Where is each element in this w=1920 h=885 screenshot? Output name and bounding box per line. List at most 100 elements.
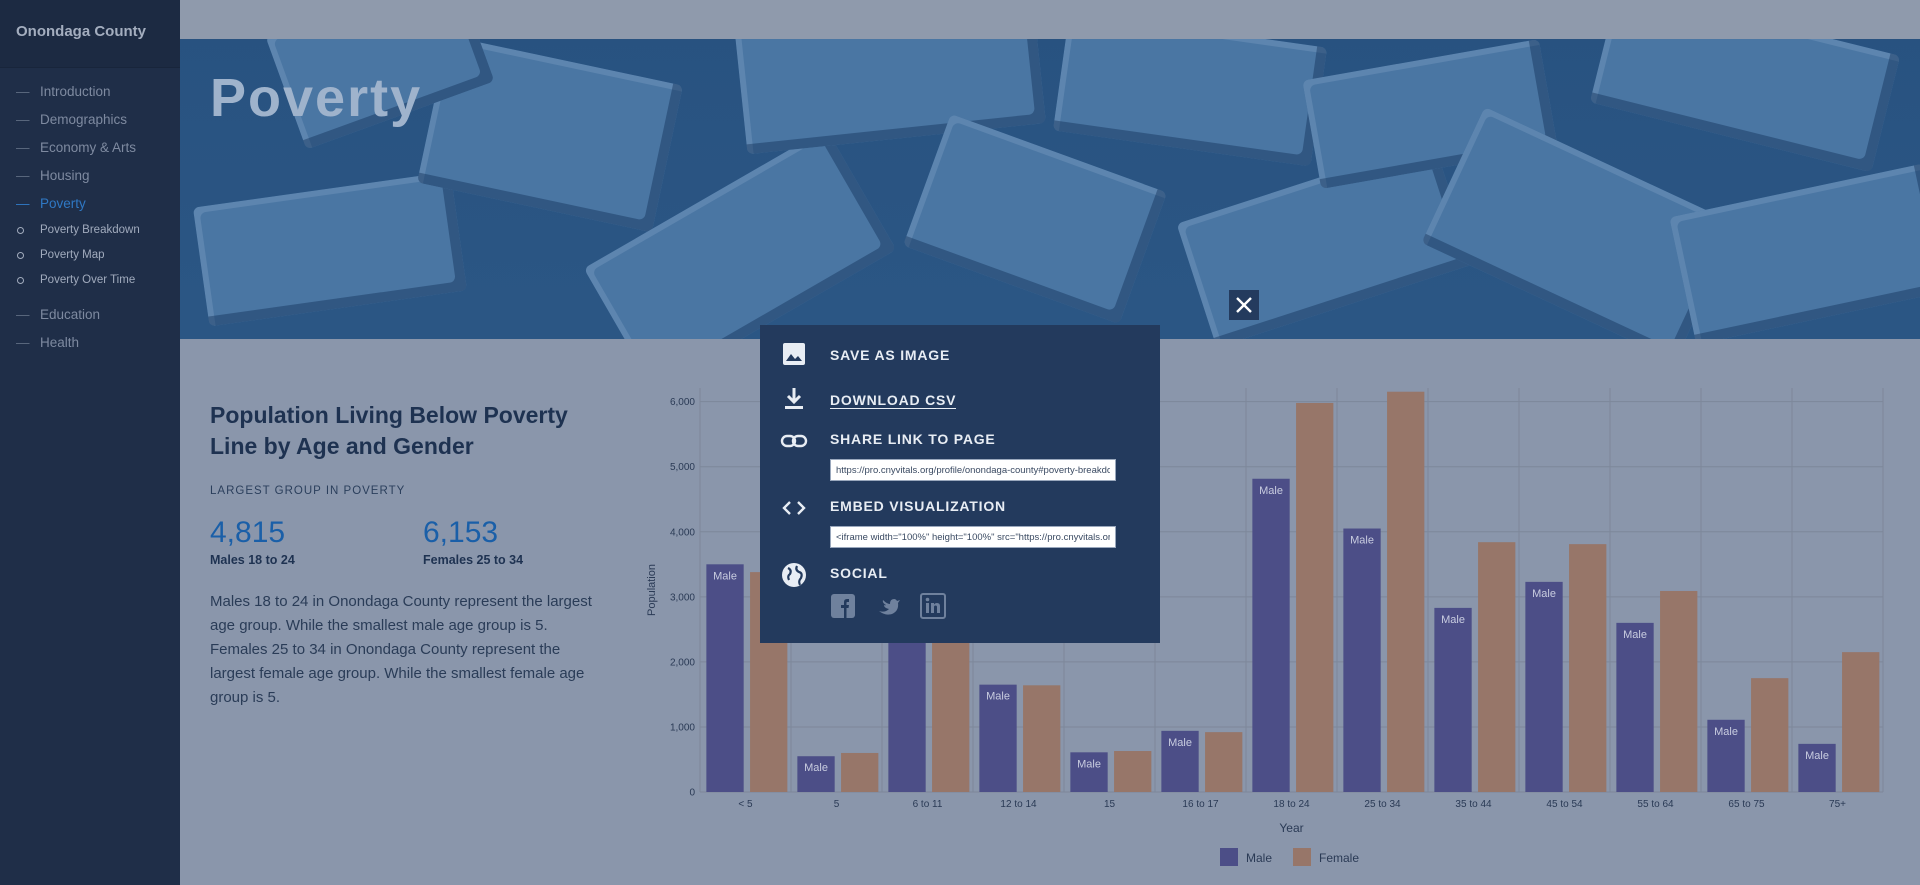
save-image-label[interactable]: SAVE AS IMAGE xyxy=(830,347,950,363)
dash-icon: — xyxy=(16,196,30,211)
dash-icon: — xyxy=(16,84,30,99)
circle-icon xyxy=(17,227,24,234)
sidebar-subitem-poverty-over-time[interactable]: Poverty Over Time xyxy=(0,268,180,293)
download-csv-label[interactable]: DOWNLOAD CSV xyxy=(830,392,957,409)
bar-female xyxy=(1114,751,1152,792)
bar-data-label: Male xyxy=(1623,629,1647,641)
sidebar-item-label: Economy & Arts xyxy=(40,140,137,155)
x-axis-title: Year xyxy=(1279,821,1303,835)
y-tick-label: 0 xyxy=(689,788,695,799)
dash-icon: — xyxy=(16,307,30,322)
stat-caption: Females 25 to 34 xyxy=(423,553,524,567)
circle-icon xyxy=(17,252,24,259)
bar-female xyxy=(1205,732,1243,792)
sidebar-item-housing[interactable]: — Housing xyxy=(0,162,180,190)
y-tick-label: 6,000 xyxy=(670,397,695,408)
dash-icon: — xyxy=(16,168,30,183)
bar-female xyxy=(1478,542,1516,792)
legend-swatch-female xyxy=(1293,848,1311,866)
x-tick-label: 35 to 44 xyxy=(1455,799,1492,810)
y-tick-label: 3,000 xyxy=(670,592,695,603)
bar-female xyxy=(1296,402,1334,792)
y-tick-label: 5,000 xyxy=(670,462,695,473)
x-tick-label: 16 to 17 xyxy=(1182,799,1219,810)
bar-data-label: Male xyxy=(804,762,828,774)
y-tick-label: 4,000 xyxy=(670,527,695,538)
bar-female xyxy=(1751,678,1789,792)
x-tick-label: 65 to 75 xyxy=(1728,799,1765,810)
sidebar-item-economy-arts[interactable]: — Economy & Arts xyxy=(0,134,180,162)
linkedin-icon[interactable] xyxy=(920,593,946,619)
dash-icon: — xyxy=(16,112,30,127)
bar-data-label: Male xyxy=(1259,485,1283,497)
x-tick-label: 6 to 11 xyxy=(913,799,943,810)
download-icon xyxy=(785,388,803,409)
x-tick-label: 45 to 54 xyxy=(1546,799,1583,810)
x-tick-label: < 5 xyxy=(738,799,753,810)
sidebar-item-label: Introduction xyxy=(40,84,111,99)
y-tick-label: 1,000 xyxy=(670,722,695,733)
sidebar: Onondaga County — Introduction — Demograph… xyxy=(0,0,180,885)
code-icon xyxy=(782,501,806,515)
sidebar-subitem-poverty-breakdown[interactable]: Poverty Breakdown xyxy=(0,218,180,243)
bar-male xyxy=(706,564,744,792)
brand-title[interactable]: Onondaga County xyxy=(0,0,180,68)
sidebar-subnav: Poverty Breakdown Poverty Map Poverty Ov… xyxy=(0,218,180,293)
x-tick-label: 25 to 34 xyxy=(1364,799,1401,810)
sidebar-subitem-label: Poverty Breakdown xyxy=(40,224,140,236)
close-button[interactable] xyxy=(1229,290,1259,320)
bar-female xyxy=(1569,544,1607,792)
bar-data-label: Male xyxy=(1714,726,1738,738)
share-modal: SAVE AS IMAGE DOWNLOAD CSV SHARE LINK TO… xyxy=(760,325,1160,643)
stat-female: 6,153 Females 25 to 34 xyxy=(423,515,523,567)
top-bar xyxy=(180,0,1920,39)
bar-data-label: Male xyxy=(1441,614,1465,626)
hero-banner: Poverty xyxy=(180,39,1920,339)
sidebar-subitem-poverty-map[interactable]: Poverty Map xyxy=(0,243,180,268)
bar-male xyxy=(1343,528,1381,792)
bar-male xyxy=(1525,581,1563,792)
bar-female xyxy=(1023,685,1061,792)
bar-male xyxy=(1434,607,1472,792)
circle-icon xyxy=(17,277,24,284)
section-description: Males 18 to 24 in Onondaga County repres… xyxy=(210,593,592,706)
sidebar-item-health[interactable]: — Health xyxy=(0,329,180,357)
legend-swatch-male xyxy=(1220,848,1238,866)
globe-icon xyxy=(782,563,806,587)
embed-label: EMBED VISUALIZATION xyxy=(830,498,1006,514)
bar-female xyxy=(1660,590,1698,792)
dash-icon: — xyxy=(16,140,30,155)
facebook-icon[interactable] xyxy=(830,593,856,619)
section-title: Population Living Below Poverty Line by … xyxy=(210,402,568,459)
sidebar-item-education[interactable]: — Education xyxy=(0,301,180,329)
bar-female xyxy=(1842,652,1880,792)
twitter-icon[interactable] xyxy=(876,593,902,619)
x-tick-label: 18 to 24 xyxy=(1273,799,1310,810)
embed-input[interactable] xyxy=(830,526,1116,548)
link-icon xyxy=(780,434,808,448)
bar-female xyxy=(841,752,879,792)
page-title: Poverty xyxy=(210,68,423,128)
x-tick-label: 12 to 14 xyxy=(1000,799,1037,810)
bar-data-label: Male xyxy=(1805,750,1829,762)
sidebar-item-introduction[interactable]: — Introduction xyxy=(0,78,180,106)
x-tick-label: 5 xyxy=(834,799,840,810)
bar-data-label: Male xyxy=(1532,588,1556,600)
sidebar-subitem-label: Poverty Over Time xyxy=(40,274,136,286)
sidebar-item-poverty[interactable]: — Poverty xyxy=(0,190,180,218)
sidebar-item-label: Education xyxy=(40,307,101,322)
bar-male xyxy=(1616,622,1654,792)
sidebar-item-demographics[interactable]: — Demographics xyxy=(0,106,180,134)
bar-data-label: Male xyxy=(1168,737,1192,749)
sidebar-nav-top: — Introduction — Demographics — Economy & A… xyxy=(0,78,180,218)
bar-male xyxy=(1252,478,1290,792)
x-tick-label: 75+ xyxy=(1829,799,1846,810)
share-link-input[interactable] xyxy=(830,459,1116,481)
image-icon xyxy=(783,343,805,365)
close-icon xyxy=(1236,297,1252,313)
sidebar-item-label: Health xyxy=(40,335,80,350)
bar-female xyxy=(1387,391,1425,792)
y-tick-label: 2,000 xyxy=(670,657,695,668)
stat-value: 4,815 xyxy=(210,516,286,549)
social-label: SOCIAL xyxy=(830,565,888,581)
